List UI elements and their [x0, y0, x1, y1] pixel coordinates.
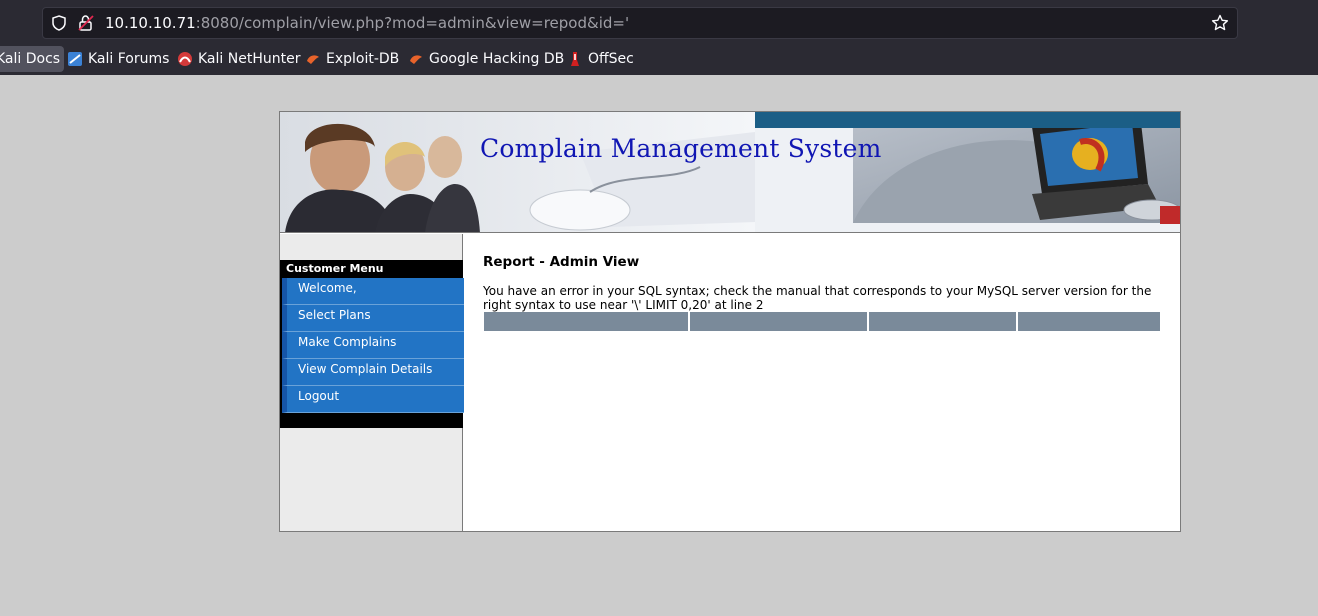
bookmark-label: Kali NetHunter [198, 51, 301, 67]
menu-item-select-plans[interactable]: Select Plans [282, 305, 469, 332]
page-title: Report - Admin View [483, 254, 640, 270]
menu-item-logout[interactable]: Logout [282, 386, 469, 413]
site-title: Complain Management System [480, 134, 882, 163]
offsec-icon [571, 52, 579, 66]
bookmark-google-hacking-db[interactable]: Google Hacking DB [408, 46, 564, 72]
banner-artwork [280, 112, 1180, 232]
bookmark-exploit-db[interactable]: Exploit-DB [305, 46, 399, 72]
shield-icon[interactable] [51, 15, 67, 31]
url-path: :8080/complain/view.php?mod=admin&view=r… [195, 14, 630, 32]
menu-list: Welcome, Select Plans Make Complains Vie… [282, 278, 469, 413]
menu-item-label: Select Plans [298, 308, 371, 322]
address-bar[interactable]: 10.10.10.71:8080/complain/view.php?mod=a… [42, 7, 1238, 39]
table-header-cell [869, 312, 1018, 331]
bookmark-label: Kali Forums [88, 51, 170, 67]
bookmark-kali-forums[interactable]: Kali Forums [67, 46, 169, 72]
ghdb-icon [410, 55, 422, 64]
main-content: Report - Admin View You have an error in… [464, 234, 1180, 531]
bookmark-label: Exploit-DB [326, 51, 400, 67]
menu-item-make-complains[interactable]: Make Complains [282, 332, 469, 359]
menu-item-label: Make Complains [298, 335, 397, 349]
page-frame: Complain Management System Customer Menu… [279, 111, 1181, 532]
header-banner: Complain Management System [280, 112, 1180, 233]
bookmark-label: Kali Docs [0, 51, 61, 67]
bookmark-label: Google Hacking DB [429, 51, 565, 67]
menu-item-label: Welcome, [298, 281, 357, 295]
bookmark-kali-nethunter[interactable]: Kali NetHunter [177, 46, 300, 72]
sql-error-message: You have an error in your SQL syntax; ch… [483, 284, 1152, 312]
table-header-cell [1018, 312, 1160, 331]
table-header-cell [690, 312, 869, 331]
banner-top-bar [755, 112, 1180, 128]
url-text[interactable]: 10.10.10.71:8080/complain/view.php?mod=a… [105, 14, 629, 32]
exploit-db-icon [307, 55, 319, 64]
bookmark-star-icon[interactable] [1211, 14, 1229, 32]
url-host: 10.10.10.71 [105, 14, 196, 32]
bookmark-label: OffSec [588, 51, 634, 67]
customer-menu-title: Customer Menu [286, 262, 384, 275]
kali-nethunter-icon [178, 52, 192, 66]
bookmark-kali-docs[interactable]: Kali Docs [0, 46, 65, 72]
report-table-header [484, 312, 1160, 331]
browser-chrome: 10.10.10.71:8080/complain/view.php?mod=a… [0, 0, 1318, 75]
bookmark-offsec[interactable]: OffSec [567, 46, 634, 72]
insecure-lock-icon[interactable] [77, 14, 95, 32]
table-header-cell [484, 312, 690, 331]
bookmarks-toolbar: Kali Docs Kali Forums Kali NetHunter Exp… [0, 44, 1318, 72]
menu-item-view-complain-details[interactable]: View Complain Details [282, 359, 469, 386]
kali-forums-icon [68, 52, 82, 66]
menu-item-label: View Complain Details [298, 362, 433, 376]
menu-item-welcome[interactable]: Welcome, [282, 278, 469, 305]
menu-item-label: Logout [298, 389, 340, 403]
